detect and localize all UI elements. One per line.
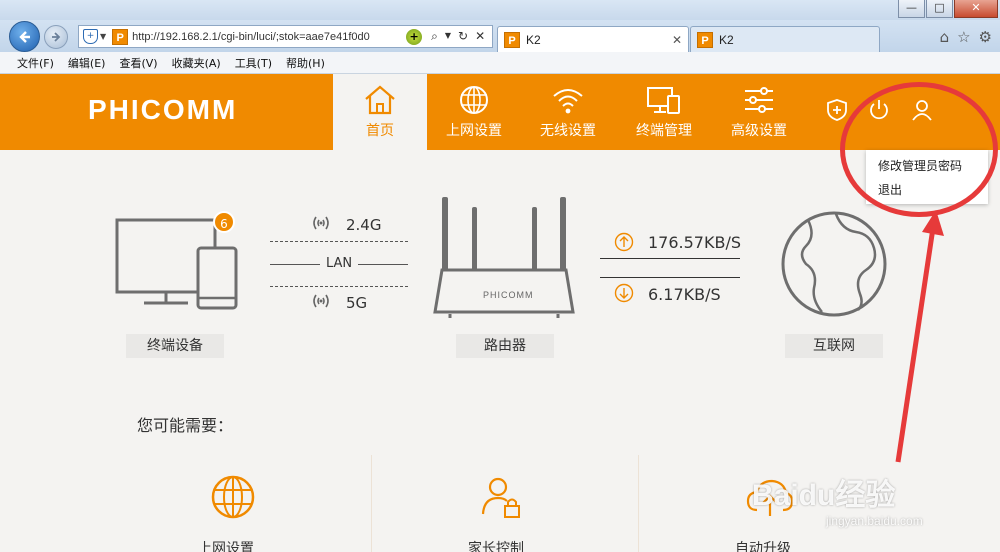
wifi-signal-icon (313, 216, 329, 230)
solid-line (358, 264, 408, 265)
lan-label: LAN (326, 256, 353, 271)
address-bar[interactable]: + ▼ P http://192.168.2.1/cgi-bin/luci/;s… (78, 25, 493, 48)
device-count-badge: 6 (213, 211, 235, 233)
site-favicon-icon: P (112, 28, 129, 45)
nav-internet-settings[interactable]: 上网设置 (427, 74, 521, 150)
baidu-watermark: Baidu经验 (752, 479, 896, 512)
security-shield-icon[interactable] (826, 98, 848, 122)
menu-favorites[interactable]: 收藏夹(A) (172, 55, 221, 71)
star-icon[interactable]: ☆ (957, 28, 970, 46)
internet-settings-link[interactable]: 上网设置 (198, 538, 254, 552)
stop-icon[interactable]: ✕ (475, 29, 485, 44)
shield-icon: + (83, 29, 98, 44)
home-icon (365, 85, 395, 115)
devices-icon (647, 87, 680, 114)
title-bar: — □ ✕ (0, 0, 1000, 20)
parental-control-icon[interactable] (478, 474, 524, 520)
chevron-down-icon[interactable]: ▼ (445, 29, 451, 44)
solid-line (600, 258, 740, 259)
download-speed: 6.17KB/S (648, 285, 721, 304)
chevron-down-icon[interactable]: ▼ (100, 32, 106, 41)
refresh-icon[interactable]: ↻ (458, 29, 468, 44)
internet-label: 互联网 (785, 334, 883, 358)
router-brand-label: PHICOMM (483, 290, 534, 300)
internet-settings-globe-icon[interactable] (210, 474, 256, 520)
tab-close-icon[interactable]: ✕ (672, 33, 682, 47)
upload-arrow-icon (614, 232, 634, 252)
logout-item[interactable]: 退出 (878, 178, 988, 202)
sliders-icon (745, 87, 773, 113)
tab-title: K2 (719, 32, 734, 47)
maximize-button[interactable]: □ (926, 0, 953, 18)
change-admin-password-item[interactable]: 修改管理员密码 (878, 154, 988, 178)
upload-speed: 176.57KB/S (648, 233, 741, 252)
compatibility-icon[interactable]: + (406, 28, 423, 45)
window-controls: — □ ✕ (898, 0, 998, 18)
forward-button[interactable] (44, 25, 68, 49)
router-header: PHICOMM 首页 上网设置 无线设置 终端管理 高级设置 (0, 74, 1000, 150)
tab-favicon-icon: P (504, 31, 520, 48)
gear-icon[interactable]: ⚙ (979, 28, 992, 46)
router-label: 路由器 (456, 334, 554, 358)
menu-view[interactable]: 查看(V) (119, 55, 157, 71)
band-2g-label: 2.4G (346, 216, 382, 234)
nav-advanced-settings[interactable]: 高级设置 (712, 74, 806, 150)
user-dropdown-menu: 修改管理员密码 退出 (866, 150, 988, 204)
solid-line (270, 264, 320, 265)
wifi-signal-icon (313, 294, 329, 308)
wifi-icon (553, 89, 583, 114)
browser-toolbar-icons: ⌂ ☆ ⚙ (940, 28, 992, 46)
menu-tools[interactable]: 工具(T) (235, 55, 272, 71)
nav-wireless-settings[interactable]: 无线设置 (521, 74, 615, 150)
globe-icon (460, 86, 488, 114)
search-icon[interactable]: ⌕ (431, 29, 438, 44)
nav-home[interactable]: 首页 (333, 74, 427, 150)
you-may-need-title: 您可能需要： (137, 416, 234, 435)
minimize-button[interactable]: — (898, 0, 925, 18)
divider (371, 455, 372, 552)
nav-device-management[interactable]: 终端管理 (617, 74, 711, 150)
tab-favicon-icon: P (697, 31, 713, 48)
watermark-url: jingyan.baidu.com (826, 514, 923, 528)
nav-label: 首页 (366, 123, 394, 139)
tab-title: K2 (526, 32, 541, 47)
divider (638, 455, 639, 552)
auto-upgrade-link[interactable]: 自动升级 (735, 538, 791, 552)
menu-file[interactable]: 文件(F) (17, 55, 54, 71)
home-icon[interactable]: ⌂ (940, 28, 950, 46)
menu-edit[interactable]: 编辑(E) (68, 55, 106, 71)
nav-label: 上网设置 (446, 123, 502, 139)
dashed-line (270, 241, 408, 242)
tab-k2-active[interactable]: P K2 ✕ (497, 26, 689, 52)
download-arrow-icon (614, 283, 634, 303)
user-icon[interactable] (911, 98, 933, 122)
internet-globe-icon (781, 211, 887, 317)
band-5g-label: 5G (346, 294, 368, 312)
router-icon (433, 197, 575, 318)
close-button[interactable]: ✕ (954, 0, 998, 18)
nav-label: 终端管理 (636, 123, 692, 139)
power-icon[interactable] (868, 98, 890, 122)
tab-k2[interactable]: P K2 (690, 26, 880, 52)
nav-label: 无线设置 (540, 123, 596, 139)
browser-navbar: + ▼ P http://192.168.2.1/cgi-bin/luci/;s… (0, 20, 1000, 52)
nav-label: 高级设置 (731, 123, 787, 139)
parental-control-link[interactable]: 家长控制 (468, 538, 524, 552)
menu-bar: 文件(F) 编辑(E) 查看(V) 收藏夹(A) 工具(T) 帮助(H) (0, 52, 1000, 74)
menu-help[interactable]: 帮助(H) (286, 55, 325, 71)
dashed-line (270, 286, 408, 287)
address-input[interactable]: http://192.168.2.1/cgi-bin/luci/;stok=aa… (132, 31, 402, 43)
terminal-devices-label: 终端设备 (126, 334, 224, 358)
back-button[interactable] (9, 21, 40, 52)
brand-logo: PHICOMM (88, 94, 238, 125)
solid-line (600, 277, 740, 278)
